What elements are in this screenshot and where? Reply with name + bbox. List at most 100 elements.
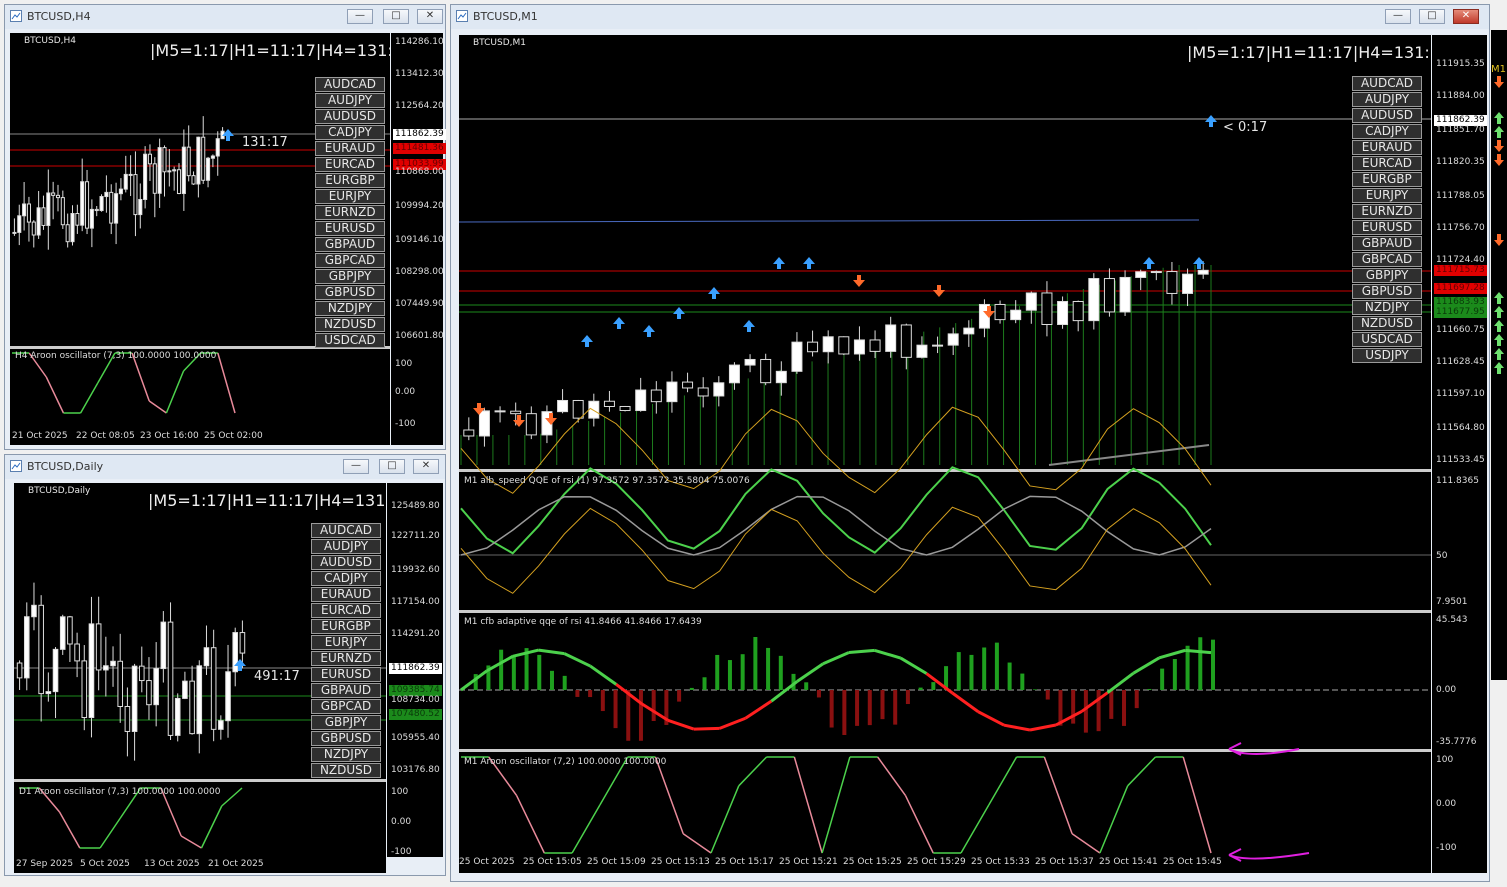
bear-candle (95, 623, 102, 671)
maximize-button[interactable]: □ (1419, 9, 1445, 24)
symbol-button-eurusd[interactable]: EURUSD (311, 667, 381, 682)
symbol-button-usdcad[interactable]: USDCAD (315, 333, 385, 348)
symbol-button-audjpy[interactable]: AUDJPY (311, 539, 381, 554)
symbol-button-gbpcad[interactable]: GBPCAD (1352, 252, 1422, 267)
arrow-up-icon (773, 257, 785, 269)
titlebar[interactable]: BTCUSD,Daily — □ ✕ (5, 455, 445, 479)
symbol-button-gbpusd[interactable]: GBPUSD (315, 285, 385, 300)
symbol-button-usdcad[interactable]: USDCAD (1352, 332, 1422, 347)
symbol-button-gbpjpy[interactable]: GBPJPY (315, 269, 385, 284)
symbol-button-cadjpy[interactable]: CADJPY (315, 125, 385, 140)
symbol-button-nzdusd[interactable]: NZDUSD (1352, 316, 1422, 331)
close-button[interactable]: ✕ (1453, 9, 1479, 24)
bear-candle (138, 665, 145, 682)
symbol-button-gbpjpy[interactable]: GBPJPY (311, 715, 381, 730)
daily-chart-area[interactable]: BTCUSD,Daily |M5=1:17|H1=11:17|H4=131:17… (14, 483, 386, 857)
symbol-button-gbpcad[interactable]: GBPCAD (315, 253, 385, 268)
window-btcusd-daily[interactable]: BTCUSD,Daily — □ ✕ BTCUSD,Daily |M5=1:17… (4, 454, 446, 876)
symbol-button-nzdjpy[interactable]: NZDJPY (311, 747, 381, 762)
titlebar[interactable]: BTCUSD,M1 — □ ✕ (451, 5, 1489, 29)
symbol-button-gbpusd[interactable]: GBPUSD (1352, 284, 1422, 299)
maximize-button[interactable]: □ (383, 9, 409, 24)
close-button[interactable]: ✕ (417, 9, 443, 24)
symbol-button-audusd[interactable]: AUDUSD (1352, 108, 1422, 123)
minimize-button[interactable]: — (347, 9, 373, 24)
close-button[interactable]: ✕ (413, 459, 439, 474)
bull-candle (744, 358, 756, 366)
symbol-button-audcad[interactable]: AUDCAD (311, 523, 381, 538)
symbol-button-eurgbp[interactable]: EURGBP (1352, 172, 1422, 187)
aroon-line (148, 400, 167, 414)
m1-price-axis: 111915.35 111884.00 111862.39 111851.70 1118… (1432, 35, 1487, 873)
symbol-button-audjpy[interactable]: AUDJPY (315, 93, 385, 108)
cfb-signal-line (667, 718, 695, 731)
arrow-down-icon (513, 415, 525, 427)
symbol-button-nzdusd[interactable]: NZDUSD (315, 317, 385, 332)
price-axis-label: 117154.00 (391, 597, 440, 607)
symbol-button-eurusd[interactable]: EURUSD (315, 221, 385, 236)
symbol-button-gbpjpy[interactable]: GBPJPY (1352, 268, 1422, 283)
aroon-indicator-label: M1 Aroon oscillator (7,2) 100.0000 100.0… (464, 757, 667, 767)
symbol-button-eurnzd[interactable]: EURNZD (1352, 204, 1422, 219)
symbol-button-eurgbp[interactable]: EURGBP (315, 173, 385, 188)
bull-candle (104, 191, 109, 198)
symbol-button-euraud[interactable]: EURAUD (1352, 140, 1422, 155)
bull-candle (210, 155, 215, 159)
symbol-button-gbpaud[interactable]: GBPAUD (315, 237, 385, 252)
symbol-button-cadjpy[interactable]: CADJPY (1352, 124, 1422, 139)
bull-candle (916, 344, 928, 358)
bull-candle (203, 647, 210, 667)
maximize-button[interactable]: □ (379, 459, 405, 474)
symbol-button-gbpusd[interactable]: GBPUSD (311, 731, 381, 746)
minimize-button[interactable]: — (343, 459, 369, 474)
window-btcusd-h4[interactable]: BTCUSD,H4 — □ ✕ BTCUSD,H4 |M5=1:17|H1=11… (4, 4, 446, 450)
price-axis-label: 114291.20 (391, 629, 440, 639)
bull-candle (196, 665, 203, 735)
symbol-button-eurusd[interactable]: EURUSD (1352, 220, 1422, 235)
symbol-button-audusd[interactable]: AUDUSD (311, 555, 381, 570)
bear-candle (147, 153, 153, 165)
symbol-button-euraud[interactable]: EURAUD (311, 587, 381, 602)
symbol-button-eurcad[interactable]: EURCAD (1352, 156, 1422, 171)
symbol-button-audusd[interactable]: AUDUSD (315, 109, 385, 124)
symbol-button-eurnzd[interactable]: EURNZD (311, 651, 381, 666)
symbol-button-eurcad[interactable]: EURCAD (315, 157, 385, 172)
symbol-button-audcad[interactable]: AUDCAD (1352, 76, 1422, 91)
minimize-button[interactable]: — (1385, 9, 1411, 24)
bull-candle (1025, 292, 1037, 311)
symbol-button-audjpy[interactable]: AUDJPY (1352, 92, 1422, 107)
aroon-line (682, 833, 712, 854)
symbol-button-eurgbp[interactable]: EURGBP (311, 619, 381, 634)
bear-candle (167, 621, 174, 736)
m1-chart-area[interactable]: BTCUSD,M1 |M5=1:17|H1=11:17|H4=131:17 < … (459, 35, 1431, 873)
titlebar[interactable]: BTCUSD,H4 — □ ✕ (5, 5, 445, 29)
h4-chart-area[interactable]: BTCUSD,H4 |M5=1:17|H1=11:17|H4=131:17 13… (10, 33, 390, 445)
symbol-button-nzdjpy[interactable]: NZDJPY (1352, 300, 1422, 315)
symbol-button-gbpaud[interactable]: GBPAUD (311, 683, 381, 698)
qqe-indicator-label: M1 alb_speed QQE of rsi (1) 97.3572 97.3… (464, 476, 750, 486)
cfb-signal-line (1029, 723, 1057, 732)
indicator-axis-label: 45.543 (1436, 615, 1468, 625)
symbol-button-eurjpy[interactable]: EURJPY (315, 189, 385, 204)
symbol-button-cadjpy[interactable]: CADJPY (311, 571, 381, 586)
aroon-line (1071, 833, 1101, 854)
symbol-button-eurcad[interactable]: EURCAD (311, 603, 381, 618)
time-axis-label: 25 Oct 15:29 (907, 857, 966, 867)
symbol-button-gbpcad[interactable]: GBPCAD (311, 699, 381, 714)
symbol-button-nzdjpy[interactable]: NZDJPY (315, 301, 385, 316)
symbol-button-eurjpy[interactable]: EURJPY (311, 635, 381, 650)
bull-candle (775, 370, 787, 384)
symbol-button-eurjpy[interactable]: EURJPY (1352, 188, 1422, 203)
bear-candle (697, 387, 709, 397)
time-axis-label: 21 Oct 2025 (208, 859, 264, 869)
symbol-button-audcad[interactable]: AUDCAD (315, 77, 385, 92)
symbol-button-usdjpy[interactable]: USDJPY (1352, 348, 1422, 363)
symbol-button-euraud[interactable]: EURAUD (315, 141, 385, 156)
window-btcusd-m1[interactable]: BTCUSD,M1 — □ ✕ BTCUSD,M1 |M5=1:17|H1=11… (450, 4, 1490, 882)
countdown-label: 491:17 (254, 669, 300, 684)
symbol-button-eurnzd[interactable]: EURNZD (315, 205, 385, 220)
symbol-button-nzdusd[interactable]: NZDUSD (311, 763, 381, 778)
bull-candle (22, 203, 27, 217)
symbol-button-gbpaud[interactable]: GBPAUD (1352, 236, 1422, 251)
bear-candle (189, 680, 195, 735)
